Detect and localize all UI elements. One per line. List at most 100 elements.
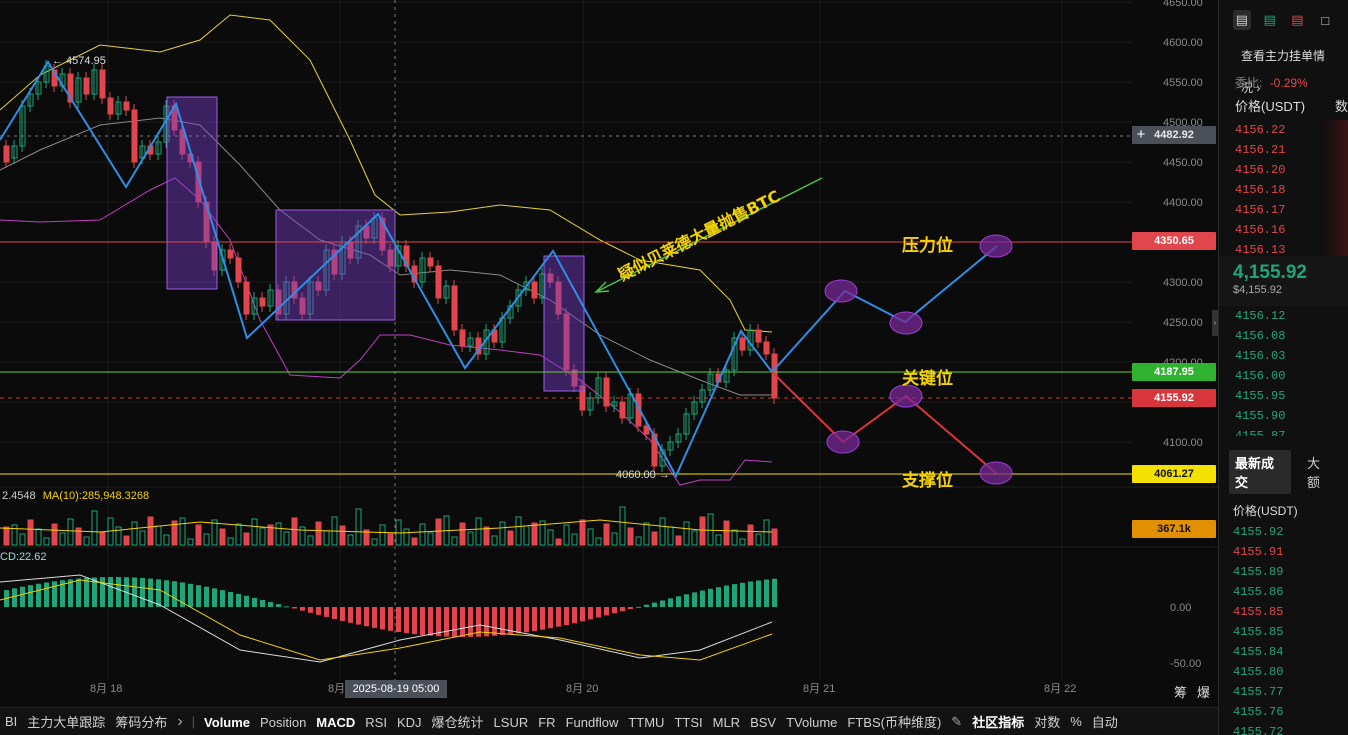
indicator-tvolume[interactable]: TVolume [781, 715, 842, 730]
resistance-label: 压力位 [902, 236, 953, 256]
indicator-fr[interactable]: FR [533, 715, 560, 730]
view-main-orders-link[interactable]: 查看主力挂单情况 › [1219, 40, 1348, 95]
log-scale-button[interactable]: 对数 [1029, 712, 1065, 731]
macd-bar [516, 607, 521, 634]
volume-value-tag: 367.1k [1132, 520, 1216, 538]
asks-view-icon[interactable]: ▤ [1289, 10, 1307, 30]
candle [763, 341, 770, 355]
volume-bar [235, 523, 242, 546]
macd-bar [564, 607, 569, 626]
macd-bar [236, 593, 241, 607]
volume-bar [667, 526, 674, 546]
order-book-header: 价格(USDT) 数 [1235, 99, 1348, 114]
volume-bar [715, 534, 722, 546]
ask-row[interactable]: 4156.20 [1219, 160, 1348, 180]
volume-bar [243, 532, 250, 546]
indicator-kdj[interactable]: KDJ [392, 715, 427, 730]
crosshair-plus-icon[interactable]: + [1132, 126, 1150, 144]
indicator-bsv[interactable]: BSV [745, 715, 781, 730]
ask-row[interactable]: 4156.13 [1219, 240, 1348, 256]
time-axis-label: 8月 [328, 683, 345, 695]
tab-large-trades[interactable]: 大额 [1301, 450, 1338, 494]
volume-bar [747, 524, 754, 546]
price-axis-label: 4100.00 [1163, 437, 1203, 449]
macd-bar [140, 577, 145, 607]
toolbar-item[interactable]: BI [0, 714, 22, 729]
bid-row[interactable]: 4155.90 [1219, 406, 1348, 426]
liquidation-button[interactable]: 爆 [1197, 682, 1210, 701]
bid-row[interactable]: 4156.03 [1219, 346, 1348, 366]
indicator-position[interactable]: Position [255, 715, 311, 730]
indicator-mlr[interactable]: MLR [708, 715, 745, 730]
volume-bar [179, 517, 186, 546]
tab-latest-trades[interactable]: 最新成交 [1229, 450, 1291, 494]
bids-view-icon[interactable]: ▤ [1261, 10, 1279, 30]
highlight-zone [543, 255, 585, 392]
macd-bar [556, 607, 561, 627]
macd-bar [132, 577, 137, 607]
trade-row: 4155.91 [1233, 545, 1284, 559]
toolbar-item-chip-distribution[interactable]: 筹码分布 [110, 712, 172, 731]
kline-chart[interactable]: 4650.004600.004550.004500.004450.004400.… [0, 0, 1218, 707]
order-book-panel: ▤ ▤ ▤ □ 查看主力挂单情况 › 委比: -0.29% 价格(USDT) 数 … [1218, 0, 1348, 735]
settings-icon[interactable]: □ [1316, 10, 1334, 30]
ask-row[interactable]: 4156.17 [1219, 200, 1348, 220]
key-price-tag: 4187.95 [1132, 363, 1216, 381]
bid-row[interactable]: 4156.00 [1219, 366, 1348, 386]
trade-row: 4155.80 [1233, 665, 1284, 679]
ask-row[interactable]: 4156.22 [1219, 120, 1348, 140]
ask-row[interactable]: 4156.18 [1219, 180, 1348, 200]
macd-bar [492, 607, 497, 636]
volume-bar [275, 522, 282, 546]
macd-bar [252, 597, 257, 607]
community-indicators-button[interactable]: 社区指标 [967, 712, 1029, 731]
indicator-rsi[interactable]: RSI [360, 715, 392, 730]
auto-scale-button[interactable]: 自动 [1087, 712, 1123, 731]
edit-icon[interactable]: ✎ [946, 714, 967, 730]
bid-row[interactable]: 4156.12 [1219, 306, 1348, 326]
macd-line [0, 574, 773, 663]
volume-bar [435, 518, 442, 546]
chevron-right-icon[interactable]: › [172, 713, 187, 731]
bid-row[interactable]: 4156.08 [1219, 326, 1348, 346]
target-marker [979, 234, 1013, 258]
indicator-lsur[interactable]: LSUR [489, 715, 534, 730]
volume-bar [163, 534, 170, 546]
volume-bar [411, 537, 418, 546]
percent-scale-button[interactable]: % [1065, 714, 1087, 729]
price-axis-label: 4650.00 [1163, 0, 1203, 9]
macd-bar [436, 607, 441, 637]
indicator-macd[interactable]: MACD [311, 715, 360, 730]
volume-bar [595, 537, 602, 546]
bid-row[interactable]: 4155.95 [1219, 386, 1348, 406]
indicator-ttmu[interactable]: TTMU [623, 715, 669, 730]
highlight-zone [275, 209, 396, 321]
ask-row[interactable]: 4156.21 [1219, 140, 1348, 160]
indicator-ttsi[interactable]: TTSI [669, 715, 707, 730]
indicator--[interactable]: 爆仓统计 [427, 715, 489, 730]
macd-bar [260, 599, 265, 607]
chip-button[interactable]: 筹 [1174, 682, 1187, 701]
volume-bar [187, 538, 194, 546]
both-sides-view-icon[interactable]: ▤ [1233, 10, 1251, 30]
volume-bar [523, 525, 530, 546]
candle [235, 257, 242, 283]
macd-bar [692, 592, 697, 607]
key-level-label: 关键位 [902, 369, 953, 389]
signal-line [0, 579, 773, 661]
macd-bar [676, 596, 681, 607]
volume-bar [139, 530, 146, 546]
price-axis-label: 4600.00 [1163, 37, 1203, 49]
macd-bar [724, 585, 729, 607]
volume-bar [419, 523, 426, 546]
kline-chart-area[interactable]: 4650.00 4600.00 4550.00 4500.00 4450.00 4400.… [0, 0, 1218, 707]
indicator-fundflow[interactable]: Fundflow [561, 715, 624, 730]
macd-bar [572, 607, 577, 624]
indicator-ftbs-[interactable]: FTBS(币种维度) [842, 715, 946, 730]
bid-row[interactable]: 4155.87 [1219, 426, 1348, 436]
indicator-volume[interactable]: Volume [199, 715, 255, 730]
macd-bar [764, 579, 769, 607]
ask-row[interactable]: 4156.16 [1219, 220, 1348, 240]
macd-bar [44, 582, 49, 607]
toolbar-item-main-order-tracking[interactable]: 主力大单跟踪 [22, 712, 110, 731]
